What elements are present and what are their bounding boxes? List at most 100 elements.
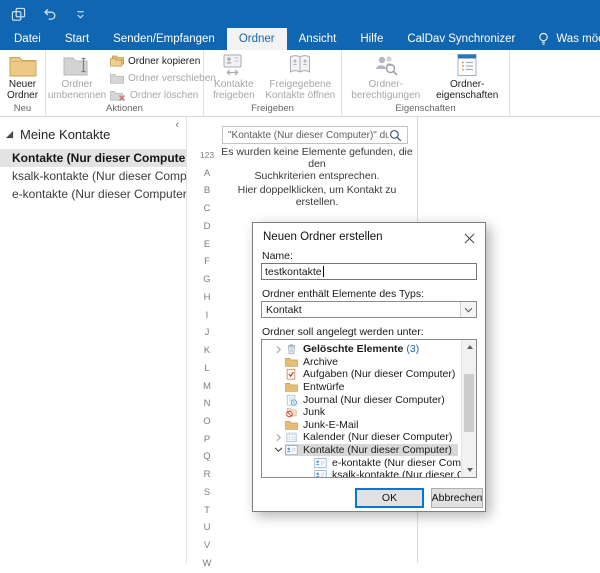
ok-button[interactable]: OK: [355, 488, 424, 508]
undo-icon[interactable]: [41, 6, 57, 22]
tree-item-ksalk-kontakte[interactable]: ksalk-kontakte (Nur dieser Computer): [262, 469, 476, 478]
alpha-t[interactable]: T: [197, 502, 217, 520]
alpha-w[interactable]: W: [197, 555, 217, 573]
folder-pane: ‹ Meine Kontakte Kontakte (Nur dieser Co…: [0, 117, 187, 563]
ordner-kopieren-button[interactable]: Ordner kopieren: [110, 54, 216, 68]
collapse-pane-icon[interactable]: ‹: [175, 119, 179, 131]
ribbon-group-neu: Neuer Ordner Neu: [0, 50, 46, 116]
alpha-r[interactable]: R: [197, 466, 217, 484]
contacts-icon: [285, 444, 299, 456]
folder-icon: [285, 356, 299, 368]
customize-quick-access-toolbar-icon[interactable]: [72, 6, 88, 22]
journal-icon: [285, 394, 299, 406]
close-icon[interactable]: [462, 231, 476, 245]
sidebar-item-e-kontakte[interactable]: e-kontakte (Nur dieser Computer): [0, 185, 186, 203]
freigegebene-kontakte-oeffnen-button[interactable]: Freigegebene Kontakte öffnen: [262, 50, 339, 101]
empty-message-line2: Suchkriterien entsprechen.: [220, 170, 414, 182]
tell-me-box[interactable]: Was möchten Sie tun?: [527, 28, 600, 50]
alpha-i[interactable]: I: [197, 307, 217, 325]
tree-scrollbar[interactable]: [461, 340, 476, 477]
alpha-b[interactable]: B: [197, 182, 217, 200]
group-label-eigenschaften: Eigenschaften: [344, 102, 507, 116]
sidebar-item-kontakte[interactable]: Kontakte (Nur dieser Computer): [0, 149, 186, 167]
alpha-a[interactable]: A: [197, 165, 217, 183]
tab-ordner[interactable]: Ordner: [227, 28, 287, 50]
alpha-p[interactable]: P: [197, 431, 217, 449]
ordner-verschieben-button[interactable]: Ordner verschieben: [110, 71, 216, 85]
alpha-q[interactable]: Q: [197, 448, 217, 466]
chevron-down-icon[interactable]: [460, 302, 476, 317]
tab-datei[interactable]: Datei: [2, 28, 53, 50]
junk-icon: [285, 406, 299, 418]
text-cursor: [323, 266, 324, 277]
kontakte-freigeben-button[interactable]: Kontakte freigeben: [206, 50, 262, 101]
deleted-items-icon: [285, 343, 299, 355]
tree-item-journal[interactable]: Journal (Nur dieser Computer): [262, 393, 476, 406]
tab-senden-empfangen[interactable]: Senden/Empfangen: [101, 28, 227, 50]
search-icon[interactable]: [389, 129, 402, 142]
contacts-icon: [314, 469, 328, 478]
tree-item-e-kontakte[interactable]: e-kontakte (Nur dieser Computer): [262, 456, 476, 469]
alpha-g[interactable]: G: [197, 271, 217, 289]
tree-item-entwuerfe[interactable]: Entwürfe: [262, 381, 476, 394]
tree-item-kontakte-selected[interactable]: Kontakte (Nur dieser Computer): [262, 444, 476, 457]
search-input[interactable]: "Kontakte (Nur dieser Computer)" durchsu…: [222, 126, 408, 144]
ordner-loeschen-button[interactable]: Ordner löschen: [110, 88, 216, 102]
alpha-l[interactable]: L: [197, 360, 217, 378]
alpha-s[interactable]: S: [197, 484, 217, 502]
alpha-c[interactable]: C: [197, 200, 217, 218]
empty-contact-list-area[interactable]: Es wurden keine Elemente gefunden, die d…: [220, 146, 414, 208]
alpha-d[interactable]: D: [197, 218, 217, 236]
tree-item-archive[interactable]: Archive: [262, 356, 476, 369]
tree-item-aufgaben[interactable]: Aufgaben (Nur dieser Computer): [262, 368, 476, 381]
send-receive-icon[interactable]: [10, 6, 26, 22]
tab-hilfe[interactable]: Hilfe: [348, 28, 395, 50]
folder-icon: [285, 419, 299, 431]
alpha-u[interactable]: U: [197, 519, 217, 537]
sidebar-item-ksalk-kontakte[interactable]: ksalk-kontakte (Nur dieser Computer): [0, 167, 186, 185]
share-contacts-icon: [220, 53, 248, 77]
tab-caldav-synchronizer[interactable]: CalDav Synchronizer: [395, 28, 527, 50]
scroll-down-arrow-icon[interactable]: [462, 463, 477, 477]
unread-count: (3): [406, 343, 419, 355]
meine-kontakte-group[interactable]: Meine Kontakte: [0, 117, 186, 149]
alpha-v[interactable]: V: [197, 537, 217, 555]
ribbon-tab-bar: Datei Start Senden/Empfangen Ordner Ansi…: [0, 28, 600, 50]
alpha-f[interactable]: F: [197, 253, 217, 271]
chevron-down-icon[interactable]: [272, 447, 285, 453]
scroll-up-arrow-icon[interactable]: [462, 340, 477, 354]
alpha-n[interactable]: N: [197, 395, 217, 413]
alpha-o[interactable]: O: [197, 413, 217, 431]
copy-folder-icon: [110, 55, 124, 67]
alpha-j[interactable]: J: [197, 324, 217, 342]
ordner-eigenschaften-button[interactable]: Ordner-eigenschaften: [427, 50, 507, 101]
alpha-123[interactable]: 123: [197, 147, 217, 165]
cancel-button[interactable]: Abbrechen: [431, 488, 483, 508]
alpha-k[interactable]: K: [197, 342, 217, 360]
alpha-m[interactable]: M: [197, 378, 217, 396]
folder-type-select[interactable]: Kontakt: [261, 301, 477, 318]
tree-item-junk[interactable]: Junk: [262, 406, 476, 419]
scrollbar-thumb[interactable]: [464, 374, 474, 432]
tree-item-geloeschte-elemente[interactable]: Gelöschte Elemente (3): [262, 343, 476, 356]
folder-location-tree: Gelöschte Elemente (3) Archive Aufgaben …: [261, 339, 477, 478]
expanded-triangle-icon: [5, 130, 14, 139]
tab-start[interactable]: Start: [53, 28, 101, 50]
alpha-e[interactable]: E: [197, 236, 217, 254]
ordner-umbenennen-button[interactable]: Ordner umbenennen: [48, 50, 106, 101]
neuer-ordner-button[interactable]: Neuer Ordner: [2, 50, 43, 101]
tree-item-junk-e-mail[interactable]: Junk-E-Mail: [262, 419, 476, 432]
tree-item-kalender[interactable]: Kalender (Nur dieser Computer): [262, 431, 476, 444]
alpha-h[interactable]: H: [197, 289, 217, 307]
folder-type-label: Ordner enthält Elemente des Typs:: [262, 288, 424, 300]
tab-ansicht[interactable]: Ansicht: [287, 28, 349, 50]
folder-name-input[interactable]: testkontakte: [261, 263, 477, 280]
lightbulb-icon: [537, 32, 550, 46]
move-folder-icon: [110, 72, 124, 84]
group-label-freigeben: Freigeben: [206, 102, 339, 116]
ordner-berechtigungen-button[interactable]: Ordner-berechtigungen: [344, 50, 427, 101]
group-label-neu: Neu: [2, 102, 43, 116]
alphabet-index: 123 A B C D E F G H I J K L M N O P Q R …: [197, 147, 217, 573]
chevron-right-icon[interactable]: [272, 345, 285, 354]
chevron-right-icon[interactable]: [272, 433, 285, 442]
